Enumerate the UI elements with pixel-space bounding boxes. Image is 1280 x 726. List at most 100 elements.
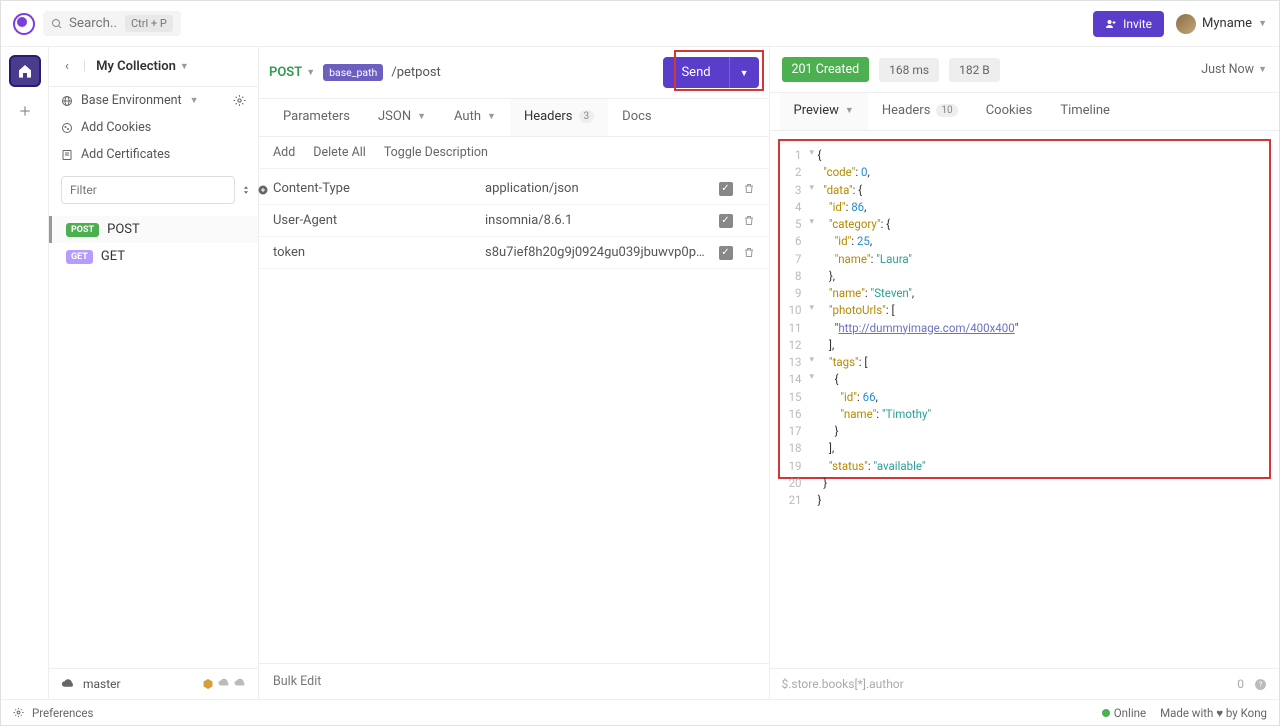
status-badge: 201 Created (782, 57, 870, 82)
tab-docs[interactable]: Docs (608, 99, 665, 136)
sort-icon[interactable] (241, 180, 251, 200)
chevron-down-icon: ▼ (1258, 18, 1267, 29)
request-tabs: Parameters JSON▼ Auth▼ Headers 3 Docs (259, 99, 769, 137)
delete-icon[interactable] (743, 182, 755, 195)
online-status: Online (1102, 706, 1146, 720)
list-item[interactable]: POST POST (49, 216, 258, 243)
tab-body[interactable]: JSON▼ (364, 99, 440, 136)
header-value[interactable]: insomnia/8.6.1 (485, 213, 707, 228)
person-plus-icon (1105, 18, 1117, 30)
request-pane: POST ▼ base_path /petpost Send ▼ Paramet… (259, 47, 770, 699)
add-certificates[interactable]: Add Certificates (49, 141, 258, 168)
avatar (1176, 14, 1196, 34)
tab-headers[interactable]: Headers 3 (510, 99, 608, 136)
base-path-tag[interactable]: base_path (323, 64, 383, 81)
app-logo (13, 13, 35, 35)
iconbar (1, 47, 49, 699)
delete-all-headers[interactable]: Delete All (313, 145, 366, 160)
globe-icon (61, 95, 73, 107)
cloud-push-icon[interactable] (234, 678, 246, 690)
chevron-down-icon: ▼ (306, 67, 315, 78)
headers-table: Content-Type application/json ✓ User-Age… (259, 169, 769, 273)
cloud-icon (61, 679, 75, 689)
user-menu[interactable]: Myname ▼ (1176, 14, 1267, 34)
method-tag: GET (66, 250, 93, 264)
method-selector[interactable]: POST ▼ (269, 65, 315, 80)
jsonpath-input[interactable]: $.store.books[*].author (782, 677, 1238, 691)
back-button[interactable]: ‹ (61, 57, 73, 76)
gear-icon[interactable] (13, 707, 24, 718)
delete-icon[interactable] (743, 246, 755, 259)
tab-cookies[interactable]: Cookies (972, 93, 1047, 130)
chevron-down-icon: ▼ (845, 105, 854, 116)
tab-response-headers[interactable]: Headers 10 (868, 93, 972, 130)
chevron-down-icon: ▼ (1258, 64, 1267, 75)
gear-icon[interactable] (233, 94, 246, 107)
chevron-down-icon: ▼ (487, 111, 496, 122)
search-input[interactable] (69, 16, 119, 31)
invite-button[interactable]: Invite (1093, 11, 1164, 37)
url-path[interactable]: /petpost (391, 65, 441, 80)
help-icon[interactable]: ? (1254, 678, 1267, 691)
chevron-down-icon: ▼ (180, 61, 189, 72)
checkbox-icon[interactable]: ✓ (719, 214, 733, 228)
svg-text:?: ? (1259, 680, 1263, 689)
tab-preview[interactable]: Preview▼ (780, 93, 868, 130)
filter-input[interactable] (61, 176, 235, 204)
send-button[interactable]: Send (663, 57, 728, 88)
environment-selector[interactable]: Base Environment ▼ (49, 87, 258, 114)
iconbar-add[interactable] (9, 95, 41, 127)
response-pane: 201 Created 168 ms 182 B Just Now ▼ Prev… (770, 47, 1280, 699)
header-name[interactable]: token (273, 245, 473, 260)
made-with: Made with ♥ by Kong (1160, 706, 1267, 720)
response-size: 182 B (949, 58, 1000, 82)
username: Myname (1202, 16, 1252, 31)
match-count: 0 (1237, 677, 1244, 691)
request-list: POST POST GET GET (49, 212, 258, 668)
sidebar-footer: master (49, 668, 258, 699)
bulk-edit[interactable]: Bulk Edit (259, 663, 769, 699)
delete-icon[interactable] (743, 214, 755, 227)
add-header[interactable]: Add (273, 145, 295, 160)
table-row: Content-Type application/json ✓ (259, 173, 769, 205)
search-box[interactable]: Ctrl + P (43, 11, 181, 36)
response-history[interactable]: Just Now ▼ (1201, 62, 1267, 77)
cloud-pull-icon[interactable] (218, 678, 230, 690)
checkbox-icon[interactable]: ✓ (719, 246, 733, 260)
statusbar: Preferences Online Made with ♥ by Kong (1, 699, 1279, 725)
toggle-description[interactable]: Toggle Description (384, 145, 488, 160)
header-value[interactable]: s8u7ief8h20g9j0924gu039jbuwvp0pei029 (485, 245, 707, 260)
collection-title[interactable]: My Collection ▼ (96, 59, 189, 74)
badge: 10 (936, 104, 957, 117)
tab-auth[interactable]: Auth▼ (440, 99, 510, 136)
list-item[interactable]: GET GET (49, 243, 258, 270)
send-dropdown[interactable]: ▼ (729, 57, 759, 88)
method-tag: POST (66, 223, 99, 237)
box-icon[interactable] (202, 678, 214, 690)
tab-parameters[interactable]: Parameters (269, 99, 364, 136)
header-actions: Add Delete All Toggle Description (259, 137, 769, 169)
header-value[interactable]: application/json (485, 181, 707, 196)
response-body[interactable]: 1▾{2 "code": 0,3▾ "data": {4 "id": 86,5▾… (778, 139, 1272, 479)
preferences-link[interactable]: Preferences (32, 706, 93, 720)
chevron-down-icon: ▼ (417, 111, 426, 122)
chevron-down-icon: ▼ (190, 95, 199, 106)
tab-timeline[interactable]: Timeline (1046, 93, 1124, 130)
header-name[interactable]: User-Agent (273, 213, 473, 228)
add-cookies[interactable]: Add Cookies (49, 114, 258, 141)
badge: 3 (579, 110, 595, 123)
response-time: 168 ms (879, 58, 939, 82)
sidebar: ‹ | My Collection ▼ Base Environment ▼ (49, 47, 259, 699)
search-shortcut: Ctrl + P (125, 15, 173, 32)
certificate-icon (61, 149, 73, 161)
table-row: token s8u7ief8h20g9j0924gu039jbuwvp0pei0… (259, 237, 769, 269)
cookie-icon (61, 122, 73, 134)
url-bar: POST ▼ base_path /petpost Send ▼ (259, 47, 769, 99)
table-row: User-Agent insomnia/8.6.1 ✓ (259, 205, 769, 237)
response-footer: $.store.books[*].author 0 ? (770, 668, 1280, 699)
search-icon (51, 18, 63, 30)
checkbox-icon[interactable]: ✓ (719, 182, 733, 196)
branch-label[interactable]: master (83, 677, 121, 691)
header-name[interactable]: Content-Type (273, 181, 473, 196)
iconbar-home[interactable] (9, 55, 41, 87)
